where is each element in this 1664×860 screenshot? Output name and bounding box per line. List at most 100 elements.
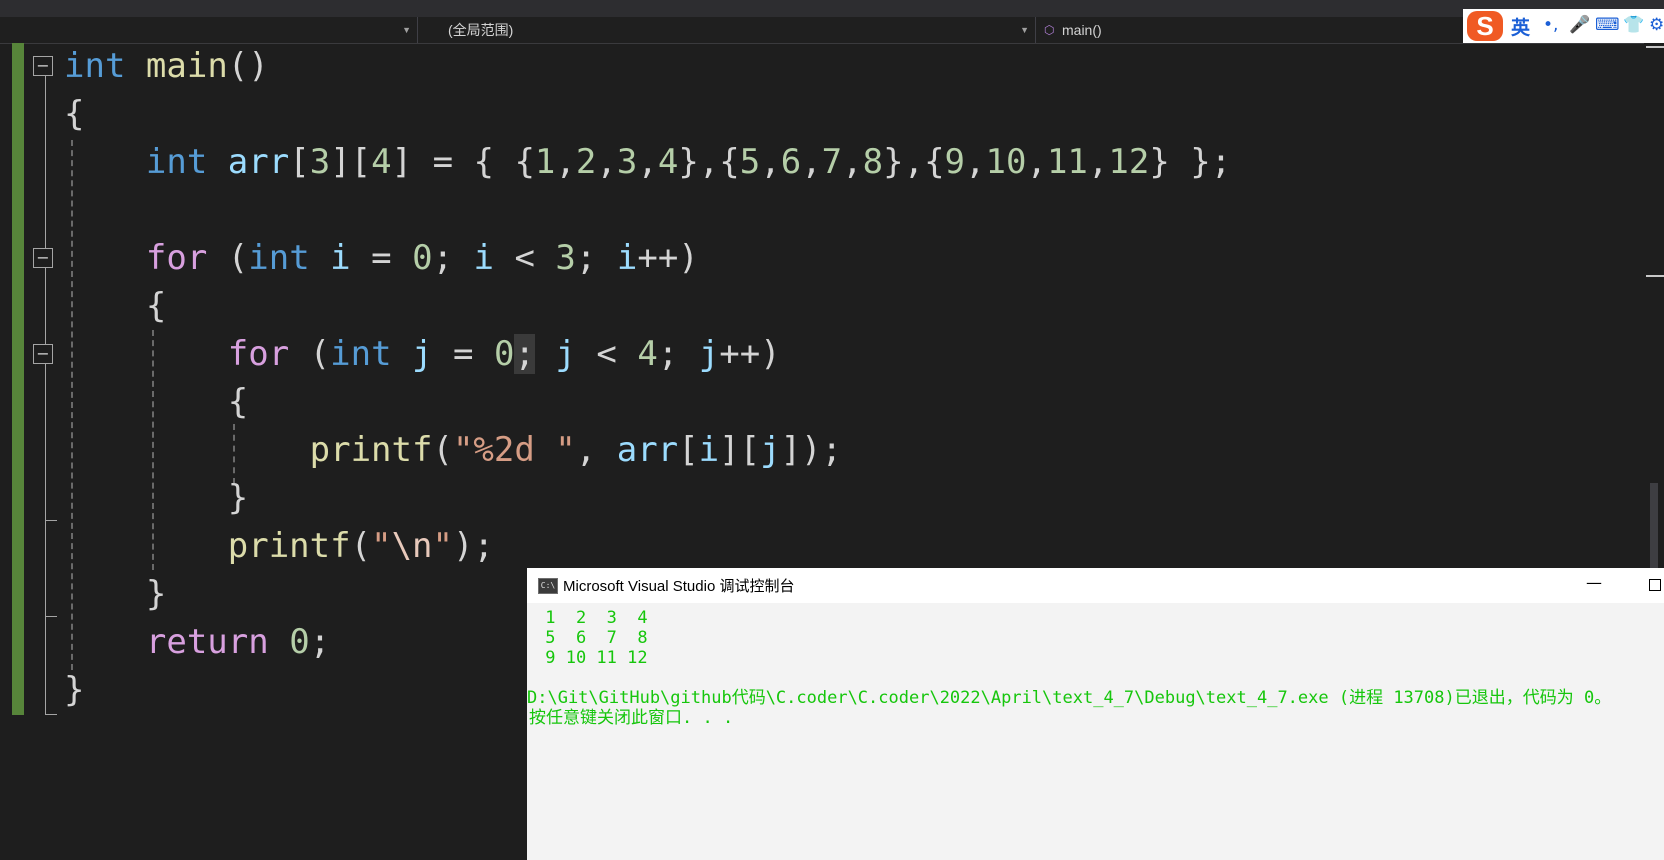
- code-token: ][: [330, 142, 372, 182]
- code-token: 4: [657, 142, 679, 182]
- code-token: 6: [780, 142, 802, 182]
- code-token: 3: [309, 142, 331, 182]
- console-app-icon: C:\: [538, 578, 558, 594]
- fold-line: [45, 268, 46, 344]
- code-token: (): [227, 46, 269, 86]
- code-token: ;: [657, 334, 699, 374]
- scope-label: (全局范围): [448, 22, 514, 38]
- code-token: ,: [596, 142, 617, 182]
- code-line[interactable]: {: [64, 378, 248, 426]
- code-token: ;: [432, 238, 474, 278]
- code-line[interactable]: printf("%2d ", arr[i][j]);: [64, 426, 842, 474]
- microphone-icon[interactable]: 🎤: [1569, 15, 1590, 35]
- console-titlebar[interactable]: C:\ Microsoft Visual Studio 调试控制台 —: [527, 568, 1664, 603]
- function-dropdown[interactable]: ⬡ main(): [1036, 17, 1464, 43]
- fold-line: [45, 76, 46, 248]
- code-token: ;: [309, 622, 331, 662]
- code-line[interactable]: }: [64, 570, 166, 618]
- code-token: printf: [309, 430, 433, 470]
- code-token: 3: [616, 142, 638, 182]
- code-token: int: [64, 46, 126, 86]
- code-line[interactable]: {: [64, 282, 166, 330]
- code-line[interactable]: for (int i = 0; i < 3; i++): [64, 234, 699, 282]
- code-line[interactable]: }: [64, 666, 84, 714]
- code-token: ,: [965, 142, 986, 182]
- project-scope-dropdown[interactable]: ▼: [0, 17, 418, 43]
- settings-icon[interactable]: ⚙: [1649, 15, 1664, 35]
- code-token: ,: [575, 430, 617, 470]
- code-token: {: [64, 382, 249, 422]
- function-label: main(): [1062, 22, 1102, 38]
- code-token: 0: [493, 334, 515, 374]
- code-token: ++): [719, 334, 781, 374]
- code-token: 12: [1108, 142, 1150, 182]
- code-token: ++): [637, 238, 699, 278]
- code-token: ;: [514, 334, 535, 374]
- code-token: printf: [227, 526, 351, 566]
- navigation-bar: ▼ (全局范围) ▼ ⬡ main(): [0, 17, 1664, 44]
- sogou-logo-icon[interactable]: S: [1467, 11, 1503, 41]
- code-token: (: [207, 238, 249, 278]
- code-token: 9: [944, 142, 966, 182]
- code-token: (: [432, 430, 453, 470]
- code-token: i: [330, 238, 351, 278]
- punctuation-icon[interactable]: •,: [1543, 15, 1558, 35]
- code-token: ,: [801, 142, 822, 182]
- code-token: }: [64, 478, 249, 518]
- code-token: ,: [637, 142, 658, 182]
- change-indicator-bar: [12, 43, 24, 715]
- scope-dropdown[interactable]: (全局范围) ▼: [418, 17, 1036, 43]
- code-token: j: [760, 430, 781, 470]
- code-token: ] = { {: [391, 142, 535, 182]
- fold-end-tick: [45, 520, 57, 521]
- code-token: ": [432, 526, 453, 566]
- fold-line: [45, 364, 46, 714]
- skin-icon[interactable]: 👕: [1623, 15, 1644, 35]
- code-token: return: [145, 622, 269, 662]
- keyboard-icon[interactable]: ⌨: [1595, 15, 1620, 35]
- code-line[interactable]: }: [64, 474, 248, 522]
- code-token: } };: [1149, 142, 1232, 182]
- code-line[interactable]: {: [64, 90, 84, 138]
- fold-toggle-main[interactable]: −: [33, 56, 53, 76]
- fold-end-tick: [45, 616, 57, 617]
- code-token: },{: [678, 142, 740, 182]
- maximize-icon[interactable]: [1649, 579, 1661, 591]
- code-line[interactable]: for (int j = 0; j < 4; j++): [64, 330, 781, 378]
- ime-language-toggle[interactable]: 英: [1511, 13, 1530, 40]
- fold-toggle-outer-for[interactable]: −: [33, 248, 53, 268]
- fold-toggle-inner-for[interactable]: −: [33, 344, 53, 364]
- code-token: ,: [760, 142, 781, 182]
- code-token: ,: [1087, 142, 1109, 182]
- code-token: j: [555, 334, 576, 374]
- code-line[interactable]: int arr[3][4] = { {1,2,3,4},{5,6,7,8},{9…: [64, 138, 1231, 186]
- code-token: {: [64, 94, 85, 134]
- code-token: =: [432, 334, 494, 374]
- minimize-icon[interactable]: —: [1586, 573, 1602, 592]
- code-line[interactable]: return 0;: [64, 618, 330, 666]
- code-token: =: [350, 238, 413, 278]
- console-output-line: 5 6 7 8: [535, 628, 648, 648]
- code-token: "%2d ": [452, 430, 576, 470]
- vertical-scrollbar[interactable]: [1644, 43, 1664, 593]
- code-token: 3: [555, 238, 576, 278]
- code-line[interactable]: int main(): [64, 42, 269, 90]
- code-token: main: [145, 46, 228, 86]
- fold-end-tick: [45, 714, 57, 715]
- function-cube-icon: ⬡: [1044, 23, 1055, 37]
- ime-toolbar: S 英 •, 🎤 ⌨ 👕 ⚙: [1463, 9, 1664, 43]
- code-line[interactable]: printf("\n");: [64, 522, 494, 570]
- code-token: \n: [391, 526, 433, 566]
- console-prompt-message: 按任意键关闭此窗口. . .: [529, 708, 734, 728]
- debug-console-window[interactable]: C:\ Microsoft Visual Studio 调试控制台 — 1 2 …: [527, 568, 1664, 860]
- scroll-marker: [1646, 275, 1664, 277]
- code-token: ][: [719, 430, 761, 470]
- code-token: 0: [412, 238, 433, 278]
